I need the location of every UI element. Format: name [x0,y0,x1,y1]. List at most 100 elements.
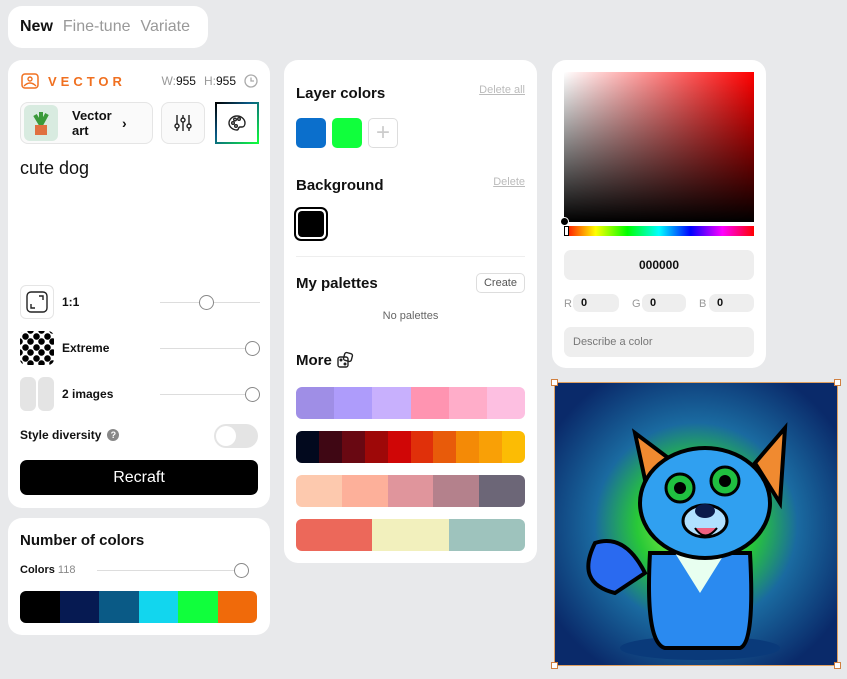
palette-color[interactable] [217,591,257,623]
g-input[interactable]: 0 [642,294,686,312]
palette-color [318,431,342,463]
aspect-ratio-slider[interactable] [160,295,260,310]
describe-color-input[interactable]: Describe a color [564,327,754,357]
palette-color[interactable] [138,591,178,623]
prompt-input[interactable]: cute dog [20,158,89,179]
my-palettes-title: My palettes [296,275,378,292]
resize-handle[interactable] [551,379,558,386]
style-diversity-toggle[interactable] [214,424,258,448]
slider-knob[interactable] [245,341,260,356]
slider-knob[interactable] [199,295,214,310]
palette-color[interactable] [20,591,60,623]
sliders-icon [174,115,192,131]
create-palette-button[interactable]: Create [475,273,525,293]
suggested-palette[interactable] [296,475,525,507]
palette-color [448,387,487,419]
color-picker-panel: 000000 R 0 G 0 B 0 Describe a color [552,60,766,368]
brand: VECTOR [20,72,126,90]
palette-color [296,475,342,507]
mode-tabs: New Fine-tune Variate [8,6,208,48]
palette-color [387,475,434,507]
delete-background-button[interactable]: Delete [493,176,525,188]
palette-color [456,431,480,463]
dimensions[interactable]: W:955 H:955 [161,74,258,88]
hue-slider[interactable] [564,226,754,236]
tab-new[interactable]: New [20,18,53,36]
background-swatch[interactable] [294,207,328,241]
palette-color [334,387,373,419]
slider-knob[interactable] [245,387,260,402]
number-of-colors-panel: Number of colors Colors 118 [8,518,270,635]
no-palettes-text: No palettes [382,310,439,322]
vector-image-icon [21,73,39,89]
suggested-palette[interactable] [296,431,525,463]
layer-color-swatch[interactable] [296,118,326,148]
palette-color [387,431,411,463]
palette-color[interactable] [178,591,218,623]
palette-color [372,387,411,419]
current-palette [20,591,257,623]
tab-fine-tune[interactable]: Fine-tune [63,18,131,36]
r-input[interactable]: 0 [573,294,619,312]
dots-pattern-icon [20,331,54,365]
chevron-right-icon: › [122,115,127,131]
palette-color [433,431,457,463]
colors-slider[interactable] [97,563,250,578]
picker-handle[interactable] [560,217,569,226]
background-title: Background [296,177,384,194]
style-selector[interactable]: Vector art › [20,102,153,144]
palette-color [410,431,434,463]
more-title: More [296,351,354,369]
palette-color [410,387,449,419]
palette-color [372,519,449,551]
palette-color [296,431,319,463]
delete-all-button[interactable]: Delete all [479,84,525,96]
palette-color [296,519,373,551]
palette-color [433,475,480,507]
settings-sliders-button[interactable] [161,102,205,144]
recraft-button[interactable]: Recraft [20,460,258,495]
generated-image-dog[interactable] [551,379,841,669]
generation-panel: VECTOR W:955 H:955 Vector art › cute dog… [8,60,270,508]
layer-colors-title: Layer colors [296,85,386,102]
aspect-ratio-row: 1:1 [20,285,260,319]
style-diversity-label: Style diversity ? [20,428,120,442]
palette-icon [228,115,246,131]
image-count-slider[interactable] [160,387,260,402]
dice-icon[interactable] [336,351,354,369]
palette-color [364,431,388,463]
add-color-plus-icon[interactable]: + [368,118,398,148]
palette-color [448,519,525,551]
b-input[interactable]: 0 [709,294,754,312]
hex-input[interactable]: 000000 [564,250,754,280]
number-of-colors-title: Number of colors [20,532,145,549]
palette-color [296,387,335,419]
palette-color [479,475,525,507]
colors-panel: Layer colors Delete all + Background Del… [284,60,537,563]
palette-color [502,431,525,463]
palette-color [479,431,503,463]
help-icon[interactable]: ? [107,429,120,441]
resize-handle[interactable] [834,662,841,669]
hue-handle[interactable] [564,226,569,236]
palette-color [341,475,388,507]
palette-color [486,387,525,419]
palette-color[interactable] [99,591,139,623]
dog-illustration [555,383,837,665]
tab-variate[interactable]: Variate [141,18,191,36]
palette-color[interactable] [59,591,99,623]
resize-handle[interactable] [834,379,841,386]
divider [296,256,525,257]
history-clock-icon[interactable] [244,74,258,88]
layer-color-swatch[interactable] [332,118,362,148]
two-images-icon [20,377,54,411]
saturation-value-picker[interactable] [564,72,754,222]
suggested-palette[interactable] [296,519,525,551]
color-palette-button[interactable] [215,102,259,144]
resize-handle[interactable] [551,662,558,669]
complexity-slider[interactable] [160,341,260,356]
complexity-row: Extreme [20,331,260,365]
plant-thumbnail-icon [24,105,58,141]
suggested-palette[interactable] [296,387,525,419]
slider-knob[interactable] [234,563,250,578]
